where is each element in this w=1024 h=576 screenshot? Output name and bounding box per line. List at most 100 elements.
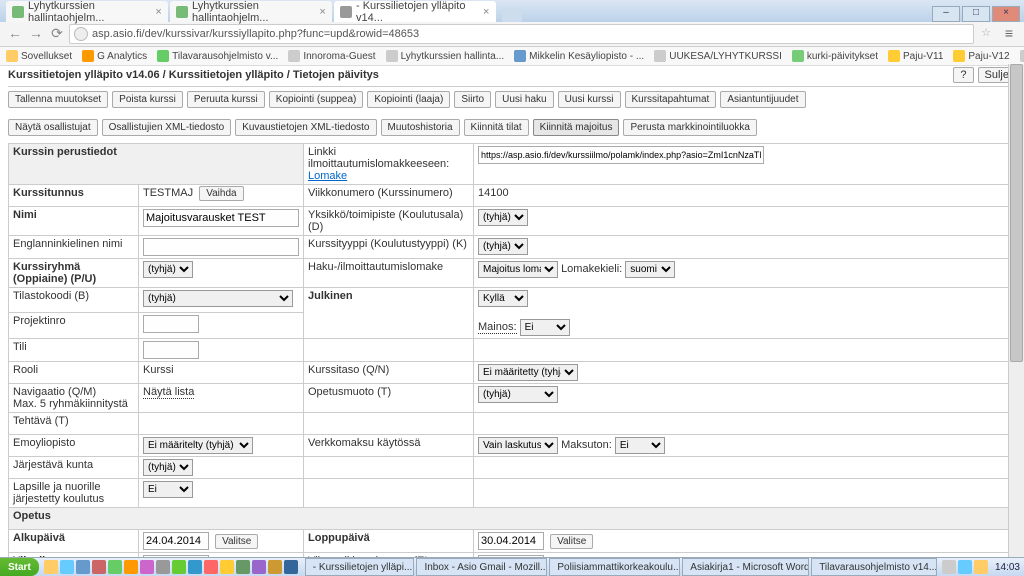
new-tab-button[interactable]: [502, 8, 522, 22]
taskbar-task[interactable]: - Kurssilietojen ylläpi...: [305, 558, 415, 576]
ql-icon[interactable]: [108, 560, 122, 574]
ql-icon[interactable]: [188, 560, 202, 574]
toolbar-button[interactable]: Kopiointi (laaja): [367, 91, 450, 108]
browser-tab[interactable]: Lyhytkurssien hallintaohjelm...×: [170, 1, 332, 22]
toolbar-button[interactable]: Kuvaustietojen XML-tiedosto: [235, 119, 376, 136]
close-icon[interactable]: ×: [155, 8, 162, 16]
clock[interactable]: 14:03: [995, 562, 1020, 573]
forward-button[interactable]: →: [27, 25, 45, 43]
toolbar-button[interactable]: Osallistujien XML-tiedosto: [102, 119, 232, 136]
vaihda-button[interactable]: Vaihda: [199, 186, 243, 201]
browser-tab-active[interactable]: - Kurssilietojen ylläpito v14...×: [334, 1, 496, 22]
bookmark-item[interactable]: Tilavarausohjelmisto v...: [157, 50, 278, 62]
toolbar-button[interactable]: Perusta markkinointiluokka: [623, 119, 757, 136]
scrollbar-thumb[interactable]: [1010, 64, 1023, 362]
minimize-button[interactable]: –: [932, 6, 960, 22]
toolbar-button[interactable]: Poista kurssi: [112, 91, 183, 108]
toolbar-button[interactable]: Tallenna muutokset: [8, 91, 108, 108]
help-button[interactable]: ?: [953, 67, 973, 83]
ql-icon[interactable]: [76, 560, 90, 574]
scrollbar[interactable]: [1008, 64, 1024, 558]
bookmark-item[interactable]: Lyhytkurssien hallinta...: [386, 50, 505, 62]
ql-icon[interactable]: [268, 560, 282, 574]
taskbar-task[interactable]: Asiakirja1 - Microsoft Word: [682, 558, 809, 576]
window-close-button[interactable]: ×: [992, 6, 1020, 22]
toolbar-button[interactable]: Kiinnitä tilat: [464, 119, 529, 136]
tyyppi-select[interactable]: (tyhjä): [478, 238, 528, 255]
ryhma-select[interactable]: (tyhjä): [143, 261, 193, 278]
bookmark-item[interactable]: kurki-päivitykset: [792, 50, 878, 62]
toolbar-button[interactable]: Kurssitapahtumat: [625, 91, 717, 108]
maximize-button[interactable]: □: [962, 6, 990, 22]
tilasto-select[interactable]: (tyhjä): [143, 290, 293, 307]
ql-icon[interactable]: [92, 560, 106, 574]
julkinen-select[interactable]: Kyllä: [478, 290, 528, 307]
toolbar-button[interactable]: Kopiointi (suppea): [269, 91, 364, 108]
linkki-url-input[interactable]: [478, 146, 764, 164]
loppu-input[interactable]: [478, 532, 544, 550]
address-bar[interactable]: asp.asio.fi/dev/kurssivar/kurssiyllapito…: [69, 24, 974, 44]
toolbar-button[interactable]: Uusi kurssi: [558, 91, 621, 108]
bookmark-item[interactable]: UUKESA/LYHYTKURSSI: [654, 50, 782, 62]
tray-icon[interactable]: [942, 560, 956, 574]
taso-select[interactable]: Ei määritetty (tyhjä): [478, 364, 578, 381]
tray-icon[interactable]: [958, 560, 972, 574]
muoto-select[interactable]: (tyhjä): [478, 386, 558, 403]
kunta-select[interactable]: (tyhjä): [143, 459, 193, 476]
hakulom-select[interactable]: Majoitus lomake: [478, 261, 558, 278]
maksuton-select[interactable]: Ei: [615, 437, 665, 454]
ql-icon[interactable]: [60, 560, 74, 574]
toolbar-button[interactable]: Kiinnitä majoitus: [533, 119, 620, 136]
ql-icon[interactable]: [204, 560, 218, 574]
nayta-lista-link[interactable]: Näytä lista: [143, 386, 194, 399]
back-button[interactable]: ←: [6, 25, 24, 43]
toolbar-button[interactable]: Peruuta kurssi: [187, 91, 265, 108]
browser-tab[interactable]: Lyhytkurssien hallintaohjelm...×: [6, 1, 168, 22]
ql-icon[interactable]: [140, 560, 154, 574]
emo-select[interactable]: Ei määritelty (tyhjä): [143, 437, 253, 454]
close-icon[interactable]: ×: [483, 8, 490, 16]
nimi-input[interactable]: [143, 209, 299, 227]
alku-valitse-button[interactable]: Valitse: [215, 534, 258, 549]
ql-icon[interactable]: [220, 560, 234, 574]
lapsille-select[interactable]: Ei: [143, 481, 193, 498]
bookmark-item[interactable]: Paju-V11: [888, 50, 943, 62]
loppu-valitse-button[interactable]: Valitse: [550, 534, 593, 549]
ql-icon[interactable]: [172, 560, 186, 574]
bookmark-item[interactable]: Paju-V12: [953, 50, 1009, 62]
taskbar-task[interactable]: Inbox - Asio Gmail - Mozill...: [416, 558, 547, 576]
ql-icon[interactable]: [236, 560, 250, 574]
lomake-link[interactable]: Lomake: [308, 170, 347, 182]
ql-icon[interactable]: [124, 560, 138, 574]
close-icon[interactable]: ×: [319, 8, 326, 16]
menu-button[interactable]: ≡: [1000, 25, 1018, 43]
taskbar-task[interactable]: Poliisiammattikorkeakoulu...: [549, 558, 680, 576]
eng-input[interactable]: [143, 238, 299, 256]
tray-icon[interactable]: [974, 560, 988, 574]
start-button[interactable]: Start: [0, 558, 39, 576]
yksikko-select[interactable]: (tyhjä): [478, 209, 528, 226]
toolbar-button[interactable]: Muutoshistoria: [381, 119, 460, 136]
kieli-select[interactable]: suomi: [625, 261, 675, 278]
alku-input[interactable]: [143, 532, 209, 550]
bookmark-item[interactable]: Innoroma-Guest: [288, 50, 375, 62]
ql-icon[interactable]: [252, 560, 266, 574]
bookmark-item[interactable]: Pajun trackker: [1020, 50, 1024, 62]
projektinro-input[interactable]: [143, 315, 199, 333]
taskbar-task[interactable]: Tilavarausohjelmisto v14...: [811, 558, 937, 576]
ql-icon[interactable]: [44, 560, 58, 574]
bookmark-item[interactable]: Sovellukset: [6, 50, 72, 62]
tili-input[interactable]: [143, 341, 199, 359]
bookmark-item[interactable]: Mikkelin Kesäyliopisto - ...: [514, 50, 644, 62]
toolbar-button[interactable]: Siirto: [454, 91, 491, 108]
ql-icon[interactable]: [284, 560, 298, 574]
toolbar-button[interactable]: Näytä osallistujat: [8, 119, 98, 136]
bookmark-item[interactable]: G Analytics: [82, 50, 147, 62]
verkko-select[interactable]: Vain laskutus: [478, 437, 558, 454]
toolbar-button[interactable]: Asiantuntijuudet: [720, 91, 805, 108]
reload-button[interactable]: ⟳: [48, 25, 66, 43]
mainos-select[interactable]: Ei: [520, 319, 570, 336]
bookmark-star-icon[interactable]: ☆: [978, 26, 994, 42]
ql-icon[interactable]: [156, 560, 170, 574]
toolbar-button[interactable]: Uusi haku: [495, 91, 553, 108]
